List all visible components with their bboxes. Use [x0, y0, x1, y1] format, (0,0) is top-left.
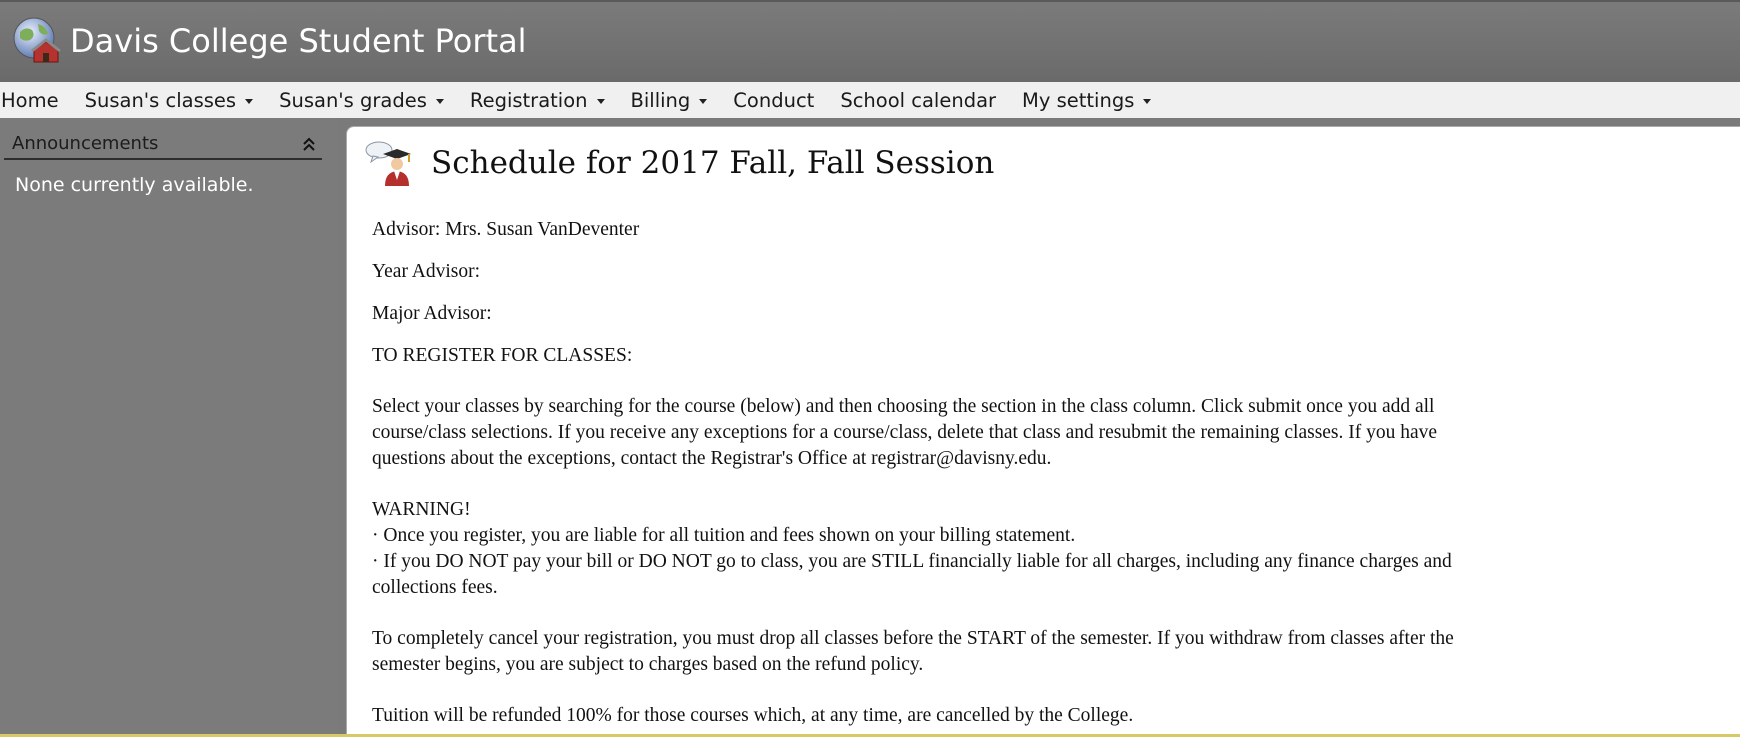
caret-down-icon — [596, 98, 605, 104]
nav-home[interactable]: Home — [0, 82, 72, 118]
warning-line: · Once you register, you are liable for … — [372, 525, 1076, 546]
nav-school-calendar[interactable]: School calendar — [827, 82, 1009, 118]
cancel-line: To completely cancel your registration, … — [372, 628, 1454, 649]
refund-line: Tuition will be refunded 100% for those … — [372, 705, 1134, 726]
caret-down-icon — [435, 98, 444, 104]
warning-heading: WARNING! — [372, 499, 471, 520]
instructions-line: questions about the exceptions, contact … — [372, 448, 1052, 469]
instructions-line: Select your classes by searching for the… — [372, 396, 1435, 417]
nav-billing-label: Billing — [630, 88, 691, 112]
nav-my-settings-label: My settings — [1022, 88, 1135, 112]
year-advisor-line: Year Advisor: — [372, 261, 480, 282]
portal-header: Davis College Student Portal — [0, 0, 1740, 82]
schedule-info: Advisor: Mrs. Susan VanDeventer Year Adv… — [372, 217, 1652, 729]
announcements-empty-text: None currently available. — [15, 174, 254, 196]
caret-down-icon — [245, 98, 254, 104]
nav-school-calendar-label: School calendar — [840, 88, 997, 112]
main-nav: Home Susan's classes Susan's grades Regi… — [0, 82, 1740, 118]
nav-registration-label: Registration — [469, 88, 588, 112]
nav-susans-grades-label: Susan's grades — [279, 88, 427, 112]
caret-down-icon — [699, 98, 708, 104]
nav-susans-grades[interactable]: Susan's grades — [266, 82, 457, 118]
main-content: Schedule for 2017 Fall, Fall Session Adv… — [346, 126, 1740, 737]
nav-registration[interactable]: Registration — [457, 82, 618, 118]
cancel-line: semester begins, you are subject to char… — [372, 654, 924, 675]
globe-school-icon[interactable] — [12, 16, 62, 66]
nav-susans-classes[interactable]: Susan's classes — [72, 82, 267, 118]
nav-billing[interactable]: Billing — [618, 82, 721, 118]
advisor-line: Advisor: Mrs. Susan VanDeventer — [372, 219, 640, 240]
warning-line: · If you DO NOT pay your bill or DO NOT … — [372, 551, 1452, 572]
nav-my-settings[interactable]: My settings — [1009, 82, 1164, 118]
page-title: Schedule for 2017 Fall, Fall Session — [431, 145, 995, 181]
announcements-title: Announcements — [12, 133, 159, 154]
site-title: Davis College Student Portal — [70, 22, 527, 60]
graduate-speech-bubble-icon — [365, 141, 411, 186]
nav-home-label: Home — [1, 88, 59, 112]
caret-down-icon — [1143, 98, 1152, 104]
sidebar: Announcements None currently available. — [0, 118, 338, 737]
instructions-line: course/class selections. If you receive … — [372, 422, 1438, 443]
major-advisor-line: Major Advisor: — [372, 303, 492, 324]
announcements-panel-header[interactable]: Announcements — [4, 132, 322, 160]
warning-line: collections fees. — [372, 577, 498, 598]
nav-conduct-label: Conduct — [733, 88, 815, 112]
double-chevron-up-icon[interactable] — [302, 136, 316, 152]
nav-conduct[interactable]: Conduct — [720, 82, 827, 118]
nav-susans-classes-label: Susan's classes — [84, 88, 237, 112]
register-heading: TO REGISTER FOR CLASSES: — [372, 345, 633, 366]
